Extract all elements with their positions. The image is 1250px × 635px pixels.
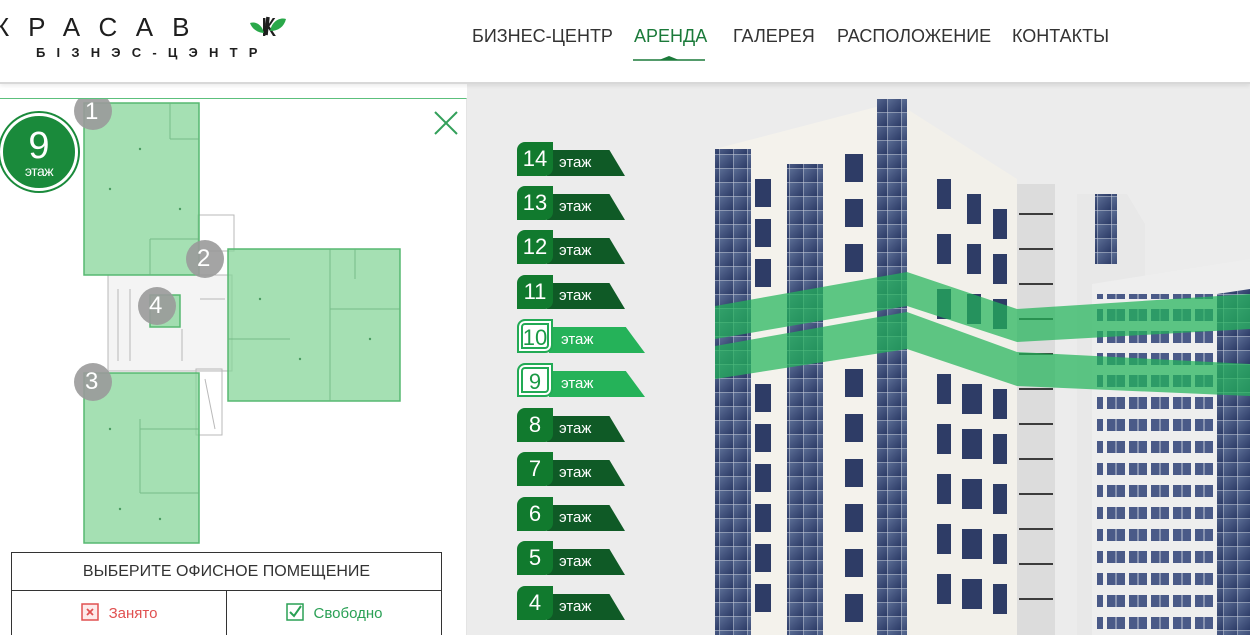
legend-title: ВЫБЕРИТЕ ОФИСНОЕ ПОМЕЩЕНИЕ — [12, 553, 441, 591]
nav-item-business-center[interactable]: БИЗНЕС-ЦЕНТР — [472, 26, 613, 47]
legend-free: Свободно — [227, 591, 441, 635]
busy-checkbox-icon — [80, 603, 99, 621]
floor-number: 6 — [517, 497, 553, 531]
logo-subtitle: БІЗНЭС-ЦЭНТР — [36, 45, 269, 60]
floor-tag: этаж — [547, 460, 625, 486]
nav-item-gallery[interactable]: ГАЛЕРЕЯ — [733, 26, 815, 47]
floor-button-11[interactable]: этаж 11 — [517, 275, 647, 309]
floor-plan-panel: 1 2 3 4 9 этаж ВЫБЕРИТЕ ОФИСНОЕ ПОМЕЩЕНИ… — [0, 98, 467, 635]
floor-button-10[interactable]: этаж 10 — [517, 319, 647, 353]
floor-number: 5 — [517, 541, 553, 575]
floor-button-7[interactable]: этаж 7 — [517, 452, 647, 486]
floor-tag: этаж — [547, 194, 625, 220]
floor-button-6[interactable]: этаж 6 — [517, 497, 647, 531]
leaf-icon — [250, 16, 286, 36]
floor-number: 13 — [517, 186, 553, 220]
floor-button-13[interactable]: этаж 13 — [517, 186, 647, 220]
floor-tag: этаж — [547, 594, 625, 620]
free-checkbox-icon — [285, 603, 304, 621]
floor-tag: этаж — [547, 505, 625, 531]
office-zone-2 — [227, 248, 401, 402]
nav-item-location[interactable]: РАСПОЛОЖЕНИЕ — [837, 26, 991, 47]
legend-busy: Занято — [12, 591, 227, 635]
office-legend: ВЫБЕРИТЕ ОФИСНОЕ ПОМЕЩЕНИЕ Занято Свобод… — [11, 552, 442, 635]
legend-free-label: Свободно — [313, 605, 383, 622]
close-icon[interactable] — [432, 109, 460, 137]
room-marker-3[interactable]: 3 — [85, 368, 98, 396]
floor-button-5[interactable]: этаж 5 — [517, 541, 647, 575]
legend-busy-label: Занято — [108, 605, 158, 622]
floor-number: 8 — [517, 408, 553, 442]
current-floor-badge: 9 этаж — [0, 113, 78, 191]
floor-button-4[interactable]: этаж 4 — [517, 586, 647, 620]
floor-number: 14 — [517, 142, 553, 176]
floor-tag: этаж — [549, 327, 645, 353]
room-marker-1[interactable]: 1 — [85, 99, 98, 126]
floor-tag: этаж — [547, 283, 625, 309]
office-zone-1 — [83, 102, 200, 276]
building-view: этаж 14 этаж 13 этаж 12 этаж 11 этаж 10 … — [467, 84, 1250, 635]
nav-item-contacts[interactable]: КОНТАКТЫ — [1012, 26, 1109, 47]
floor-number: 11 — [517, 275, 553, 309]
floor-number: 12 — [517, 230, 553, 264]
current-floor-label: этаж — [24, 163, 54, 179]
floor-number: 9 — [517, 363, 553, 397]
floor-number: 4 — [517, 586, 553, 620]
floor-tag: этаж — [547, 150, 625, 176]
floor-button-9[interactable]: этаж 9 — [517, 363, 647, 397]
nav-item-rent[interactable]: АРЕНДА — [634, 26, 707, 47]
active-nav-indicator — [633, 56, 705, 61]
room-marker-4[interactable]: 4 — [149, 292, 162, 320]
floor-tag: этаж — [549, 371, 645, 397]
current-floor-number: 9 — [28, 125, 50, 167]
floor-button-8[interactable]: этаж 8 — [517, 408, 647, 442]
floor-button-12[interactable]: этаж 12 — [517, 230, 647, 264]
floor-number: 10 — [517, 319, 553, 353]
site-header: КРАСАВ К БІЗНЭС-ЦЭНТР БИЗНЕС-ЦЕНТР АРЕНД… — [0, 0, 1250, 84]
floor-tag: этаж — [547, 416, 625, 442]
floor-number: 7 — [517, 452, 553, 486]
logo[interactable]: КРАСАВ К БІЗНЭС-ЦЭНТР — [0, 12, 334, 72]
floor-button-14[interactable]: этаж 14 — [517, 142, 647, 176]
floor-tag: этаж — [547, 549, 625, 575]
room-marker-2[interactable]: 2 — [197, 245, 210, 273]
floor-tag: этаж — [547, 238, 625, 264]
